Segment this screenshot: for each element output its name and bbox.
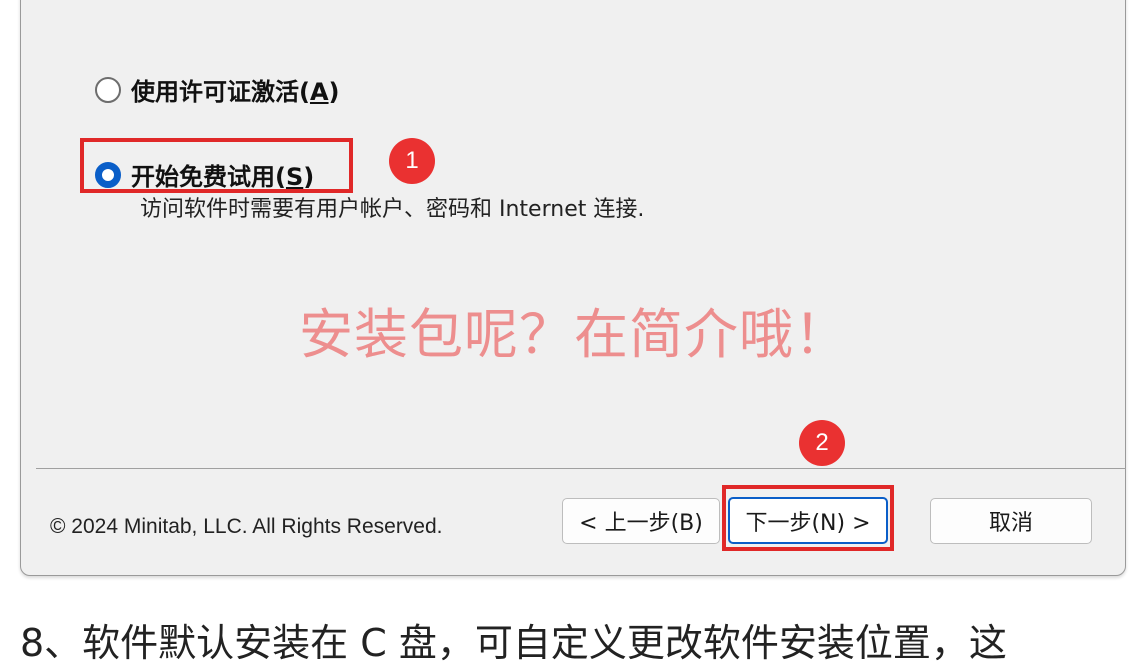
license-accel-key: A bbox=[309, 78, 329, 106]
cancel-button[interactable]: 取消 bbox=[930, 498, 1092, 544]
back-button[interactable]: < 上一步(B) bbox=[562, 498, 720, 544]
copyright-text: © 2024 Minitab, LLC. All Rights Reserved… bbox=[50, 515, 443, 538]
trial-highlight-box bbox=[80, 138, 353, 193]
next-highlight-box bbox=[722, 485, 894, 551]
license-activation-option[interactable]: 使用许可证激活(A) bbox=[95, 72, 340, 107]
tutorial-caption: 8、软件默认安装在 C 盘，可自定义更改软件安装位置，这 bbox=[20, 621, 1007, 665]
license-radio-button[interactable] bbox=[95, 76, 121, 103]
license-option-label[interactable]: 使用许可证激活(A) bbox=[131, 72, 340, 107]
step-1-badge: 1 bbox=[389, 138, 435, 184]
trial-description: 访问软件时需要有用户帐户、密码和 Internet 连接. bbox=[140, 197, 645, 222]
footer-separator bbox=[36, 468, 1126, 469]
watermark-text: 安装包呢？在简介哦！ bbox=[299, 303, 849, 366]
step-2-badge: 2 bbox=[799, 420, 845, 466]
